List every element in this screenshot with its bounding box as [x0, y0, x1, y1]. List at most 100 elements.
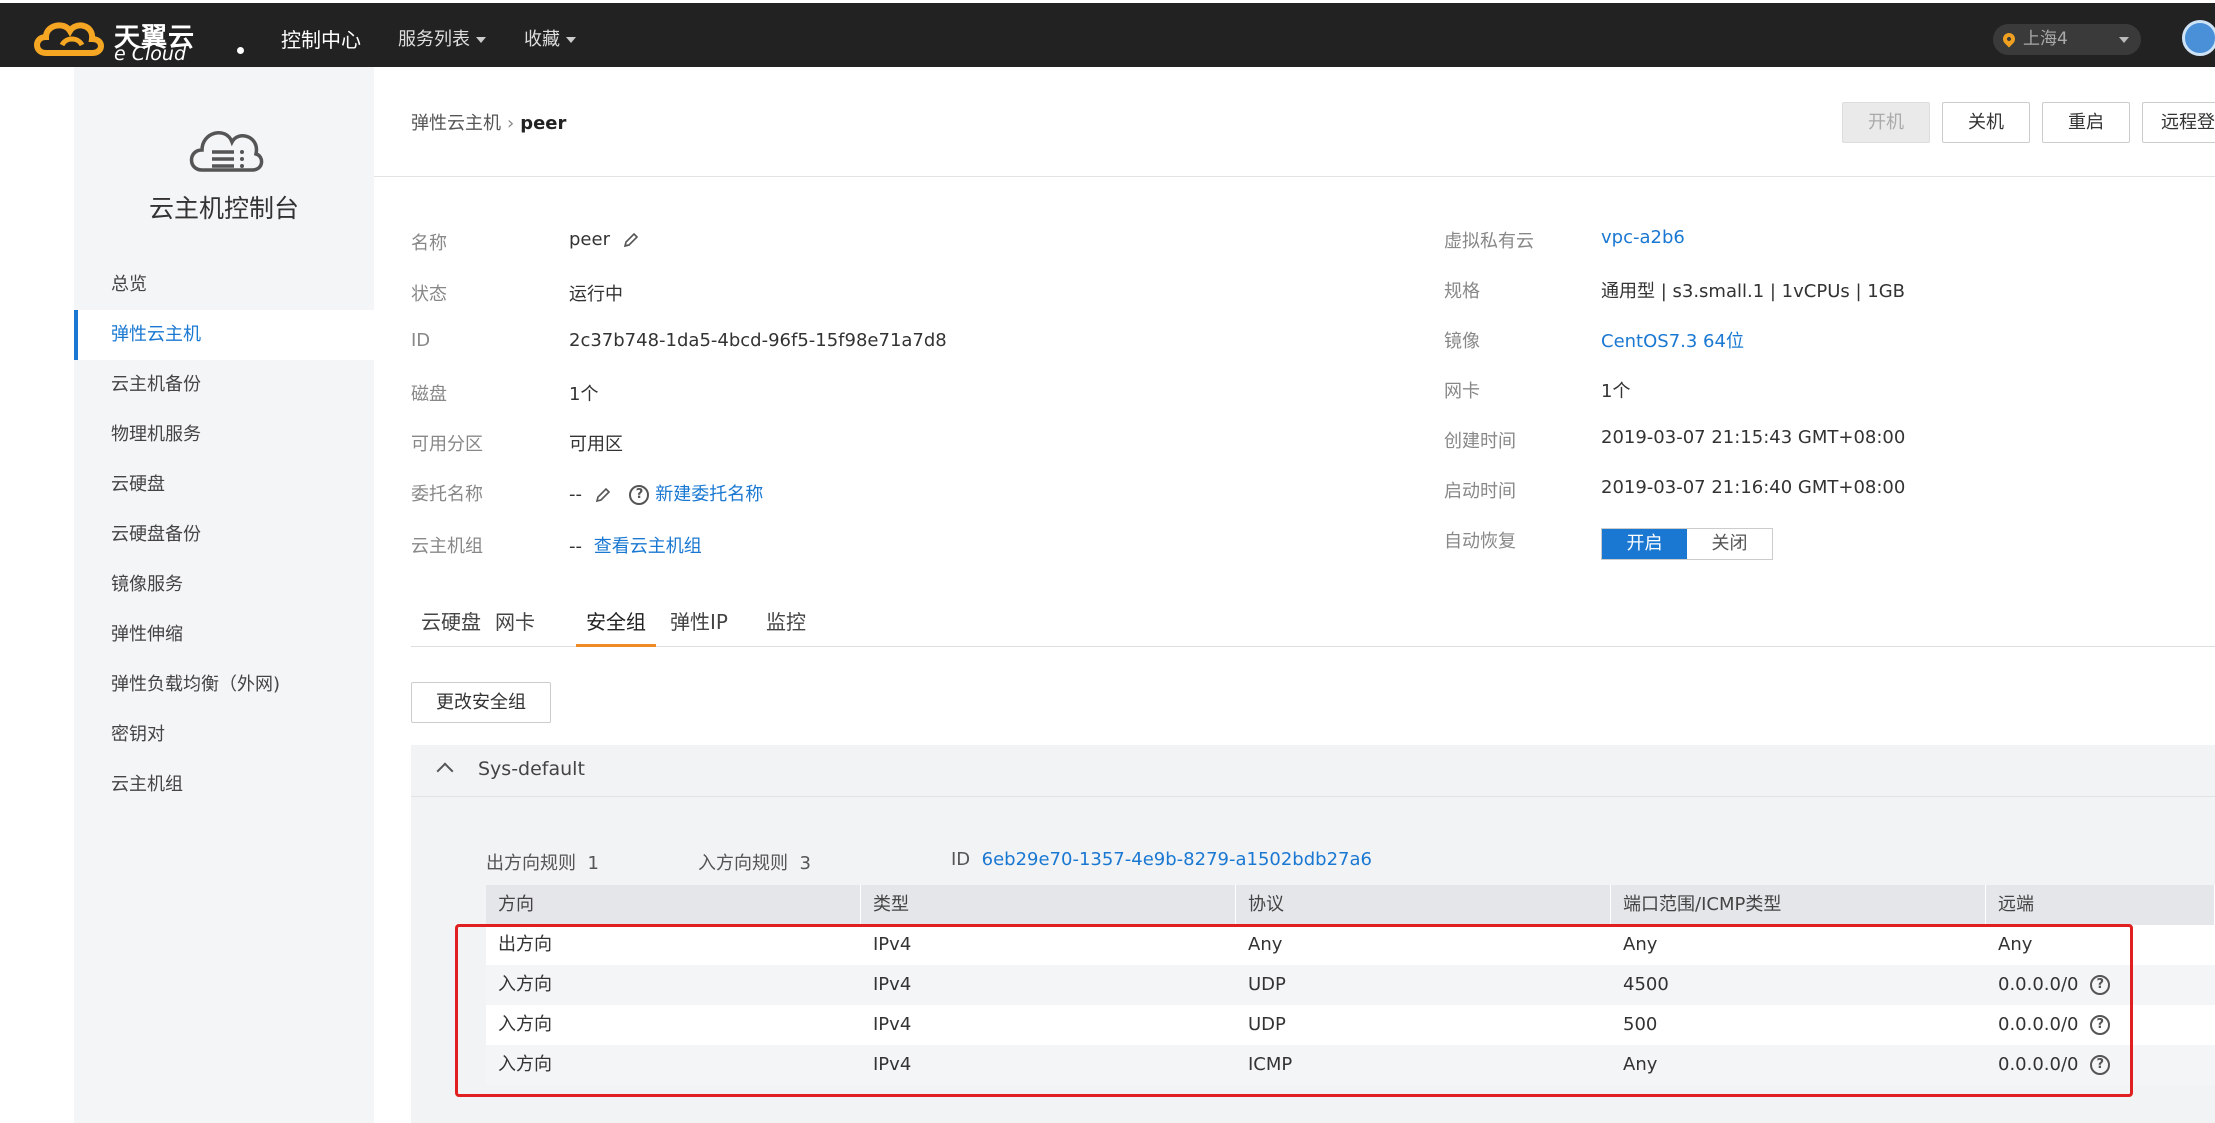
inbound-count: 3: [799, 853, 811, 874]
start-button[interactable]: 开机: [1842, 102, 1930, 143]
col-direction: 方向: [486, 885, 861, 925]
sidebar-item-server-group[interactable]: 云主机组: [74, 760, 374, 810]
col-remote: 远端: [1986, 885, 2215, 925]
col-protocol: 协议: [1236, 885, 1611, 925]
chevron-down-icon: [566, 37, 576, 43]
col-port-range: 端口范围/ICMP类型: [1611, 885, 1986, 925]
nav-control-center[interactable]: 控制中心: [281, 24, 361, 53]
sidebar-item-evs[interactable]: 云硬盘: [74, 460, 374, 510]
detail-value-disk: 1个: [569, 384, 599, 405]
detail-value-server-group: -- 查看云主机组: [569, 532, 702, 558]
auto-recovery-on-button[interactable]: 开启: [1602, 529, 1687, 559]
tab-security-group[interactable]: 安全组: [576, 607, 656, 647]
detail-tabs: 云硬盘 网卡 安全组 弹性IP 监控: [411, 607, 2215, 647]
agency-value: --: [569, 484, 582, 505]
highlight-annotation-box: [455, 924, 2133, 1097]
tab-evs[interactable]: 云硬盘: [421, 607, 481, 647]
security-group-name: Sys-default: [478, 758, 585, 780]
sg-id-value[interactable]: 6eb29e70-1357-4e9b-8279-a1502bdb27a6: [982, 849, 1372, 870]
sidebar-title: 云主机控制台: [148, 194, 299, 223]
breadcrumb: 弹性云主机 › peer: [411, 109, 566, 135]
logo-dot: [237, 47, 244, 54]
create-agency-link[interactable]: 新建委托名称: [655, 484, 763, 505]
view-server-group-link[interactable]: 查看云主机组: [594, 536, 702, 557]
sidebar-item-overview[interactable]: 总览: [74, 260, 374, 310]
detail-label-flavor: 规格: [1444, 281, 1480, 302]
detail-value-name: peer: [569, 229, 640, 250]
sidebar-item-evs-backup[interactable]: 云硬盘备份: [74, 510, 374, 560]
nav-favorites-label: 收藏: [524, 29, 560, 50]
header-divider: [374, 176, 2215, 177]
top-navbar: 天翼云 e Cloud 控制中心 服务列表 收藏 上海4: [0, 0, 2215, 67]
change-security-group-button[interactable]: 更改安全组: [411, 682, 551, 723]
nav-favorites[interactable]: 收藏: [524, 25, 576, 51]
tab-eip[interactable]: 弹性IP: [670, 607, 728, 647]
edit-pencil-icon[interactable]: [594, 486, 612, 504]
sidebar-item-keypair[interactable]: 密钥对: [74, 710, 374, 760]
logo-en-text: e Cloud: [114, 43, 187, 65]
detail-label-id: ID: [411, 330, 431, 351]
detail-value-vpc[interactable]: vpc-a2b6: [1601, 227, 1685, 248]
detail-label-name: 名称: [411, 233, 447, 254]
detail-label-status: 状态: [411, 284, 447, 305]
sidebar: 云主机控制台 总览 弹性云主机 云主机备份 物理机服务 云硬盘 云硬盘备份 镜像…: [74, 67, 374, 1123]
security-group-header[interactable]: Sys-default: [411, 745, 2215, 797]
tab-nic[interactable]: 网卡: [495, 607, 535, 647]
help-icon[interactable]: ?: [629, 485, 650, 505]
detail-label-image: 镜像: [1444, 331, 1480, 352]
nav-service-list[interactable]: 服务列表: [398, 25, 486, 51]
detail-value-flavor: 通用型 | s3.small.1 | 1vCPUs | 1GB: [1601, 281, 1906, 302]
region-selector[interactable]: 上海4: [1993, 24, 2141, 55]
detail-label-vpc: 虚拟私有云: [1444, 231, 1534, 252]
detail-value-launched: 2019-03-07 21:16:40 GMT+08:00: [1601, 477, 1906, 498]
server-group-value: --: [569, 536, 582, 557]
sg-id-label: ID: [951, 849, 971, 870]
auto-recovery-off-button[interactable]: 关闭: [1687, 529, 1772, 559]
detail-label-created: 创建时间: [1444, 431, 1516, 452]
detail-label-agency: 委托名称: [411, 484, 483, 505]
detail-label-nic: 网卡: [1444, 381, 1480, 402]
outbound-rules-count: 出方向规则 1: [486, 849, 599, 875]
breadcrumb-separator: ›: [507, 113, 515, 134]
sidebar-item-server-backup[interactable]: 云主机备份: [74, 360, 374, 410]
region-label: 上海4: [2023, 29, 2068, 49]
location-pin-icon: [2000, 30, 2018, 48]
cloud-server-icon: [189, 131, 264, 172]
inbound-label: 入方向规则: [698, 853, 788, 874]
stop-button[interactable]: 关机: [1942, 102, 2030, 143]
remote-login-button[interactable]: 远程登: [2142, 102, 2215, 143]
detail-label-launched: 启动时间: [1444, 481, 1516, 502]
col-type: 类型: [861, 885, 1236, 925]
chevron-up-icon[interactable]: [436, 762, 454, 780]
detail-value-created: 2019-03-07 21:15:43 GMT+08:00: [1601, 427, 1906, 448]
chevron-down-icon: [2119, 37, 2129, 43]
cloud-logo-icon: [34, 22, 104, 56]
breadcrumb-current: peer: [520, 113, 567, 134]
detail-value-id: 2c37b748-1da5-4bcd-96f5-15f98e71a7d8: [569, 330, 947, 351]
instance-name: peer: [569, 229, 610, 250]
nav-service-list-label: 服务列表: [398, 29, 470, 50]
restart-button[interactable]: 重启: [2042, 102, 2130, 143]
detail-label-az: 可用分区: [411, 434, 483, 455]
detail-value-status: 运行中: [569, 284, 623, 305]
outbound-label: 出方向规则: [486, 853, 576, 874]
sidebar-item-autoscaling[interactable]: 弹性伸缩: [74, 610, 374, 660]
detail-label-auto-recovery: 自动恢复: [1444, 531, 1516, 552]
sidebar-item-ecs[interactable]: 弹性云主机: [74, 310, 374, 360]
detail-value-image[interactable]: CentOS7.3 64位: [1601, 327, 1744, 353]
edit-pencil-icon[interactable]: [622, 231, 640, 249]
inbound-rules-count: 入方向规则 3: [698, 849, 811, 875]
outbound-count: 1: [587, 853, 599, 874]
avatar[interactable]: [2182, 20, 2215, 56]
sidebar-item-image[interactable]: 镜像服务: [74, 560, 374, 610]
detail-label-disk: 磁盘: [411, 384, 447, 405]
detail-value-az: 可用区: [569, 434, 623, 455]
tab-monitor[interactable]: 监控: [766, 607, 806, 647]
detail-value-nic: 1个: [1601, 381, 1631, 402]
logo[interactable]: 天翼云 e Cloud: [32, 15, 244, 65]
detail-value-agency: -- ? 新建委托名称: [569, 480, 763, 506]
sidebar-item-elb[interactable]: 弹性负载均衡（外网): [74, 660, 374, 710]
sidebar-item-bare-metal[interactable]: 物理机服务: [74, 410, 374, 460]
auto-recovery-toggle: 开启 关闭: [1601, 528, 1773, 560]
breadcrumb-parent[interactable]: 弹性云主机: [411, 113, 501, 134]
